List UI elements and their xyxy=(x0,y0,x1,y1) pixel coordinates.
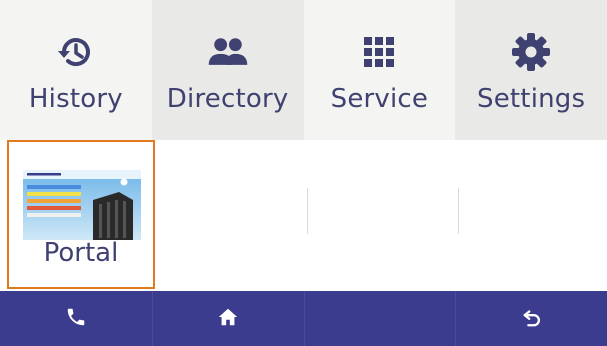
tab-service-label: Service xyxy=(330,84,429,114)
portal-label: Portal xyxy=(43,238,119,268)
grid-divider xyxy=(307,188,308,234)
tab-settings-label: Settings xyxy=(477,84,586,114)
tab-history-label: History xyxy=(28,84,123,114)
phone-icon xyxy=(65,306,87,332)
bottom-navigation xyxy=(0,291,607,346)
empty-button xyxy=(303,291,456,346)
gear-icon xyxy=(509,30,553,74)
tab-settings[interactable]: Settings xyxy=(455,0,607,140)
back-button[interactable] xyxy=(455,291,607,346)
tab-service[interactable]: Service xyxy=(303,0,456,140)
tab-history[interactable]: History xyxy=(0,0,152,140)
grid-divider xyxy=(458,188,459,234)
top-navigation: History Directory Service Settings xyxy=(0,0,607,140)
tab-directory-label: Directory xyxy=(166,84,289,114)
home-button[interactable] xyxy=(151,291,304,346)
back-icon xyxy=(521,306,543,332)
portal-tile[interactable]: Portal xyxy=(7,140,155,289)
tab-directory[interactable]: Directory xyxy=(151,0,304,140)
portal-thumbnail xyxy=(23,170,141,240)
home-icon xyxy=(217,306,239,332)
people-icon xyxy=(206,30,250,74)
phone-button[interactable] xyxy=(0,291,152,346)
grid-icon xyxy=(357,30,401,74)
history-icon xyxy=(54,30,98,74)
